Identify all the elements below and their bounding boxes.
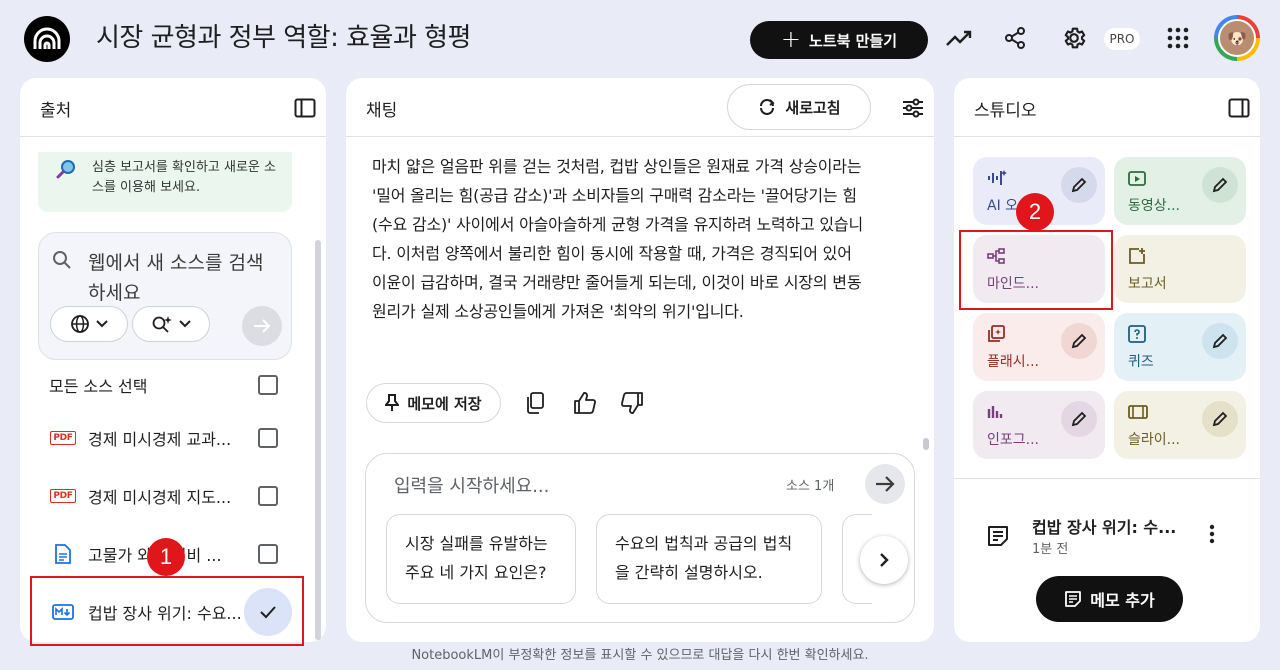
chat-input[interactable]: 입력을 시작하세요... [394, 472, 549, 498]
chat-response-text: 마치 얇은 얼음판 위를 걷는 것처럼, 컵밥 상인들은 원재료 가격 상승이라… [372, 157, 863, 321]
edit-pencil-icon[interactable] [1202, 323, 1238, 359]
source-count: 소스 1개 [786, 479, 835, 494]
chevron-down-icon [96, 320, 108, 328]
thumbs-up-icon[interactable] [570, 388, 600, 418]
studio-title: 스튜디오 [974, 101, 1037, 121]
note-icon [1065, 591, 1082, 607]
document-icon [52, 544, 74, 564]
source-checkbox[interactable] [258, 486, 278, 506]
settings-gear-icon[interactable] [1058, 22, 1090, 54]
research-mode-dropdown[interactable] [132, 306, 210, 342]
arrow-right-icon [876, 476, 895, 492]
more-vert-icon[interactable] [1196, 518, 1228, 550]
source-item-label: 경제 미시경제 교과... [88, 430, 232, 449]
chat-divider [346, 136, 934, 137]
pdf-icon: PDF [50, 489, 76, 503]
suggested-question-text: 시장 실패를 유발하는 주요 네 가지 요인은? [405, 534, 548, 582]
refresh-icon [760, 99, 775, 115]
create-notebook-label: 노트북 만들기 [809, 31, 898, 50]
edit-pencil-icon[interactable] [1061, 167, 1097, 203]
disclaimer-text: NotebookLM이 부정확한 정보를 표시할 수 있으므로 대답을 다시 한… [411, 648, 869, 663]
web-search-input[interactable]: 웹에서 새 소스를 검색하세요 [88, 248, 278, 308]
refresh-label: 새로고침 [785, 98, 841, 117]
studio-tile-infographic[interactable]: 인포그... [973, 391, 1105, 459]
thumbs-down-icon[interactable] [617, 388, 647, 418]
refresh-button[interactable]: 새로고침 [727, 84, 871, 130]
logo-icon [33, 27, 61, 49]
copy-icon[interactable] [520, 388, 550, 418]
edit-pencil-icon[interactable] [1061, 401, 1097, 437]
plus-icon: + [780, 25, 802, 53]
note-time: 1분 전 [1032, 542, 1069, 557]
chat-scrollbar[interactable] [923, 438, 929, 450]
note-title[interactable]: 컵밥 장사 위기: 수... [1032, 514, 1176, 538]
sources-scrollbar[interactable] [315, 240, 321, 640]
pro-badge: PRO [1104, 28, 1140, 50]
apps-grid-icon[interactable] [1162, 22, 1194, 54]
search-sparkle-icon [152, 316, 172, 333]
suggested-question[interactable]: 시장 실패를 유발하는 주요 네 가지 요인은? [386, 514, 576, 604]
sources-title: 출처 [40, 101, 72, 121]
pin-icon [385, 394, 400, 411]
avatar-image: 🐶 [1218, 19, 1256, 57]
send-button[interactable] [865, 464, 905, 504]
arrow-right-icon [254, 319, 271, 333]
edit-pencil-icon[interactable] [1202, 401, 1238, 437]
studio-tile-quiz[interactable]: 퀴즈 [1114, 313, 1246, 381]
studio-tile-slides[interactable]: 슬라이... [1114, 391, 1246, 459]
step-marker: 1 [147, 538, 185, 576]
select-all-label: 모든 소스 선택 [49, 377, 148, 396]
note-icon [986, 524, 1010, 552]
next-suggestions-button[interactable] [860, 536, 908, 584]
hint-text: 심층 보고서를 확인하고 새로운 소스를 이용해 보세요. [92, 160, 276, 195]
studio-divider [954, 136, 1260, 137]
select-all-row[interactable]: 모든 소스 선택 [20, 361, 326, 409]
save-to-note-button[interactable]: 메모에 저장 [366, 383, 501, 423]
tile-label: 보고서 [1128, 276, 1167, 292]
studio-notes-divider [954, 478, 1260, 479]
highlight-box [30, 576, 304, 646]
notebooklm-logo[interactable] [24, 16, 70, 62]
sources-divider [20, 136, 326, 137]
chevron-right-icon [880, 553, 889, 567]
source-checkbox[interactable] [258, 428, 278, 448]
save-to-note-label: 메모에 저장 [407, 394, 482, 413]
pdf-icon: PDF [50, 431, 76, 445]
add-note-button[interactable]: 메모 추가 [1036, 576, 1183, 622]
search-submit-button[interactable] [242, 306, 282, 346]
globe-icon [71, 315, 89, 333]
suggested-question-text: 수요의 법칙과 공급의 법칙을 간략히 설명하시오. [615, 534, 793, 582]
chevron-down-icon [179, 320, 191, 328]
create-notebook-button[interactable]: + 노트북 만들기 [750, 21, 928, 59]
suggested-question[interactable]: 수요의 법칙과 공급의 법칙을 간략히 설명하시오. [596, 514, 822, 604]
select-all-checkbox[interactable] [258, 375, 278, 395]
studio-tile-flashcards[interactable]: 플래시... [973, 313, 1105, 381]
chat-title: 채팅 [366, 101, 398, 121]
magnifier-icon [56, 158, 78, 184]
step-marker: 2 [1016, 193, 1054, 231]
source-item-label: 경제 미시경제 지도... [88, 488, 232, 507]
analytics-icon[interactable] [943, 22, 975, 54]
edit-pencil-icon[interactable] [1061, 323, 1097, 359]
share-icon[interactable] [999, 22, 1031, 54]
source-item[interactable]: PDF 경제 미시경제 교과... [20, 414, 326, 462]
studio-tile-video-overview[interactable]: 동영상... [1114, 157, 1246, 225]
studio-tile-report[interactable]: 보고서 [1114, 235, 1246, 303]
source-checkbox[interactable] [258, 544, 278, 564]
highlight-box [959, 230, 1113, 310]
web-source-dropdown[interactable] [50, 306, 128, 342]
notebook-title[interactable]: 시장 균형과 정부 역할: 효율과 형평 [96, 18, 471, 58]
add-note-label: 메모 추가 [1090, 591, 1155, 610]
search-icon [52, 250, 72, 274]
chat-settings-icon[interactable] [897, 92, 929, 124]
user-avatar[interactable]: 🐶 [1214, 15, 1260, 61]
source-item[interactable]: PDF 경제 미시경제 지도... [20, 472, 326, 520]
report-icon [1128, 245, 1232, 267]
edit-pencil-icon[interactable] [1202, 167, 1238, 203]
collapse-studio-icon[interactable] [1223, 92, 1255, 124]
collapse-sources-icon[interactable] [289, 92, 321, 124]
